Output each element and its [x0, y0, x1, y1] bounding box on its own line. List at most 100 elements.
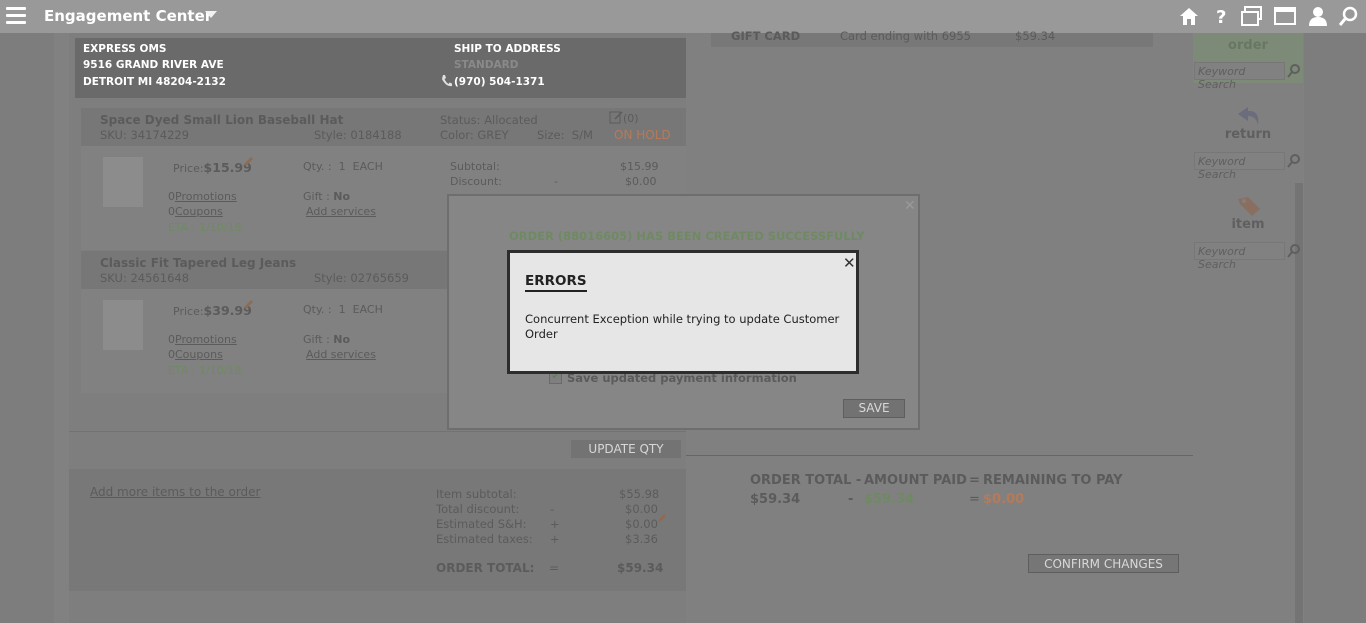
eta: ETA : 1/10/18	[168, 221, 242, 234]
add-services-link[interactable]: Add services	[306, 348, 376, 361]
sku-label: SKU:	[100, 271, 127, 285]
total-discount-sign: -	[550, 502, 555, 516]
discount-sign: -	[554, 175, 558, 188]
payment-amount: $59.34	[1015, 29, 1056, 43]
coupons-link[interactable]: Coupons	[175, 205, 223, 218]
item-label[interactable]: item	[1193, 217, 1303, 232]
update-qty-button[interactable]: UPDATE QTY	[571, 440, 681, 458]
close-icon[interactable]: ✕	[904, 198, 916, 214]
status-value: Allocated	[484, 113, 538, 127]
style-label: Style:	[314, 271, 347, 285]
quick-actions-sidebar: order return item	[1193, 33, 1303, 623]
coupons-link[interactable]: Coupons	[175, 348, 223, 361]
return-icon[interactable]	[1236, 105, 1262, 127]
sku-value: 34174229	[130, 128, 190, 142]
return-search-input[interactable]: Keyword Search	[1194, 152, 1285, 181]
notes-count[interactable]: (0)	[623, 112, 639, 125]
item-subtotal-label: Item subtotal:	[436, 487, 517, 501]
gift-label: Gift :	[303, 333, 330, 346]
item-search-input[interactable]: Keyword Search	[1194, 242, 1285, 271]
discount-value: $0.00	[625, 175, 657, 188]
sh-label: Estimated S&H:	[436, 517, 527, 531]
store-name: EXPRESS OMS	[83, 43, 167, 55]
return-label[interactable]: return	[1193, 127, 1303, 142]
search-icon[interactable]	[1287, 63, 1301, 78]
store-city: DETROIT MI 48204-2132	[83, 76, 226, 88]
edit-price-icon[interactable]	[242, 299, 254, 311]
user-icon[interactable]	[1307, 6, 1329, 26]
discount-label: Discount:	[450, 175, 502, 188]
taxes-value: $3.36	[625, 532, 658, 546]
search-icon[interactable]	[1287, 153, 1301, 168]
color-value: GREY	[477, 128, 509, 142]
order-total-sign: =	[549, 561, 560, 575]
qty-label: Qty. :	[303, 160, 332, 173]
window-icon[interactable]	[1274, 6, 1296, 26]
coupons-count: 0	[168, 348, 175, 361]
note-icon[interactable]	[609, 111, 623, 124]
confirm-changes-button[interactable]: CONFIRM CHANGES	[1028, 554, 1179, 573]
qty-value: 1	[338, 160, 346, 173]
item-subtotal-value: $55.98	[619, 487, 660, 501]
taxes-sign: +	[550, 532, 560, 546]
ship-phone: (970) 504-1371	[454, 76, 545, 88]
product-image	[103, 157, 143, 207]
search-icon[interactable]	[1338, 6, 1360, 26]
store-street: 9516 GRAND RIVER AVE	[83, 59, 224, 71]
home-icon[interactable]	[1178, 6, 1200, 26]
order-total-label: ORDER TOTAL -	[750, 473, 862, 488]
price-label: Price:	[173, 162, 204, 175]
sku-label: SKU:	[100, 128, 127, 142]
item-header: Space Dyed Small Lion Baseball Hat SKU: …	[81, 108, 686, 146]
phone-icon	[442, 75, 452, 87]
order-search-input[interactable]: Keyword Search	[1194, 62, 1285, 91]
close-icon[interactable]: ✕	[843, 254, 856, 272]
payment-detail: Card ending with 6955	[840, 29, 971, 43]
divider	[686, 455, 1193, 456]
order-label[interactable]: order	[1193, 38, 1303, 53]
item-name: Classic Fit Tapered Leg Jeans	[100, 256, 297, 270]
windows-icon[interactable]	[1241, 6, 1263, 26]
ship-to-label: SHIP TO ADDRESS	[454, 43, 561, 55]
color-label: Color:	[440, 128, 474, 142]
dialog-title: ERRORS	[525, 273, 587, 292]
promotions-link[interactable]: Promotions	[175, 190, 237, 203]
subtotal-label: Subtotal:	[450, 160, 500, 173]
style-label: Style:	[314, 128, 347, 142]
style-value: 02765659	[350, 271, 409, 285]
minus-sign: -	[848, 492, 854, 507]
gift-label: Gift :	[303, 190, 330, 203]
search-icon[interactable]	[1287, 243, 1301, 258]
order-total-value: $59.34	[750, 492, 801, 507]
remaining-value: $0.00	[983, 492, 1025, 507]
edit-shipping-icon[interactable]	[656, 513, 667, 524]
success-message: ORDER (88016605) HAS BEEN CREATED SUCCES…	[509, 229, 865, 243]
tag-icon[interactable]	[1236, 195, 1262, 217]
qty-label: Qty. :	[303, 303, 332, 316]
qty-unit: EACH	[352, 303, 383, 316]
edit-price-icon[interactable]	[242, 156, 254, 168]
coupons-count: 0	[168, 205, 175, 218]
hold-status: ON HOLD	[614, 128, 671, 142]
item-name: Space Dyed Small Lion Baseball Hat	[100, 113, 344, 127]
promotions-link[interactable]: Promotions	[175, 333, 237, 346]
menu-icon[interactable]	[6, 7, 26, 25]
save-button[interactable]: SAVE	[843, 399, 905, 418]
size-label: Size:	[537, 128, 565, 142]
total-discount-value: $0.00	[625, 502, 658, 516]
divider	[69, 431, 686, 432]
svg-text:?: ?	[1216, 7, 1226, 26]
qty-unit: EACH	[352, 160, 383, 173]
qty-value: 1	[338, 303, 346, 316]
help-icon[interactable]: ?	[1210, 6, 1232, 26]
chevron-down-icon[interactable]	[205, 11, 217, 18]
order-total-value: $59.34	[617, 561, 664, 575]
add-services-link[interactable]: Add services	[306, 205, 376, 218]
subtotal-value: $15.99	[620, 160, 659, 173]
error-message: Concurrent Exception while trying to upd…	[525, 312, 840, 341]
order-summary: Add more items to the order Item subtota…	[69, 469, 686, 591]
promotions-count: 0	[168, 190, 175, 203]
promotions-count: 0	[168, 333, 175, 346]
add-more-items-link[interactable]: Add more items to the order	[90, 485, 261, 499]
status-label: Status:	[440, 113, 481, 127]
